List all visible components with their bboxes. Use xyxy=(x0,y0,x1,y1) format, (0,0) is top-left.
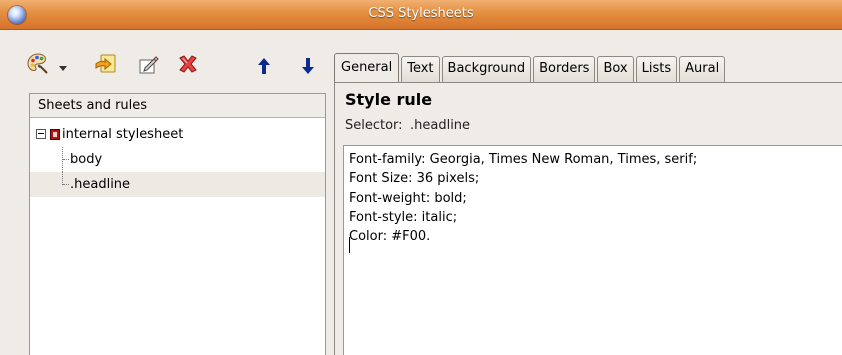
tree-item-label: .headline xyxy=(70,177,131,192)
new-style-menu-button[interactable] xyxy=(56,56,70,80)
edit-icon xyxy=(137,52,161,76)
tree-connector xyxy=(63,184,69,185)
tab-aural[interactable]: Aural xyxy=(679,56,726,82)
arrow-down-icon xyxy=(301,57,315,75)
title-bar[interactable]: CSS Stylesheets xyxy=(0,0,842,30)
rules-tree: internal stylesheet body .headline xyxy=(30,118,325,197)
sheets-and-rules-panel: Sheets and rules internal stylesheet bod… xyxy=(29,93,326,355)
import-button[interactable] xyxy=(94,52,118,76)
tree-item-body[interactable]: body xyxy=(30,147,325,172)
rule-text-area[interactable]: Font-family: Georgia, Times New Roman, T… xyxy=(343,145,842,355)
tree-item-stylesheet[interactable]: internal stylesheet xyxy=(30,122,325,147)
edit-button[interactable] xyxy=(137,52,161,76)
tree-item-label: body xyxy=(70,152,103,167)
selector-label: Selector: xyxy=(345,118,403,133)
tab-bar: General Text Background Borders Box List… xyxy=(334,53,727,82)
tab-lists[interactable]: Lists xyxy=(635,56,678,82)
collapse-icon[interactable] xyxy=(36,129,46,139)
column-header[interactable]: Sheets and rules xyxy=(30,94,325,118)
import-icon xyxy=(94,52,118,76)
window-title: CSS Stylesheets xyxy=(368,6,474,21)
section-heading: Style rule xyxy=(345,90,433,109)
text-cursor xyxy=(349,237,350,253)
tab-text[interactable]: Text xyxy=(401,56,440,82)
toolbar xyxy=(0,30,330,92)
tab-general[interactable]: General xyxy=(334,53,400,82)
tab-background[interactable]: Background xyxy=(441,56,532,82)
delete-icon xyxy=(176,52,200,76)
tab-box[interactable]: Box xyxy=(597,56,634,82)
palette-icon xyxy=(26,52,50,76)
move-up-button[interactable] xyxy=(254,54,274,78)
tree-item-label: internal stylesheet xyxy=(62,127,184,142)
tree-connector xyxy=(63,159,69,160)
move-down-button[interactable] xyxy=(298,54,318,78)
tab-borders[interactable]: Borders xyxy=(533,56,596,82)
chevron-down-icon xyxy=(58,64,68,72)
selector-value: .headline xyxy=(410,118,471,133)
tree-item-headline[interactable]: .headline xyxy=(30,172,325,197)
new-style-button[interactable] xyxy=(26,52,50,76)
stylesheet-icon xyxy=(50,129,60,140)
delete-button[interactable] xyxy=(176,52,200,76)
arrow-up-icon xyxy=(257,57,271,75)
